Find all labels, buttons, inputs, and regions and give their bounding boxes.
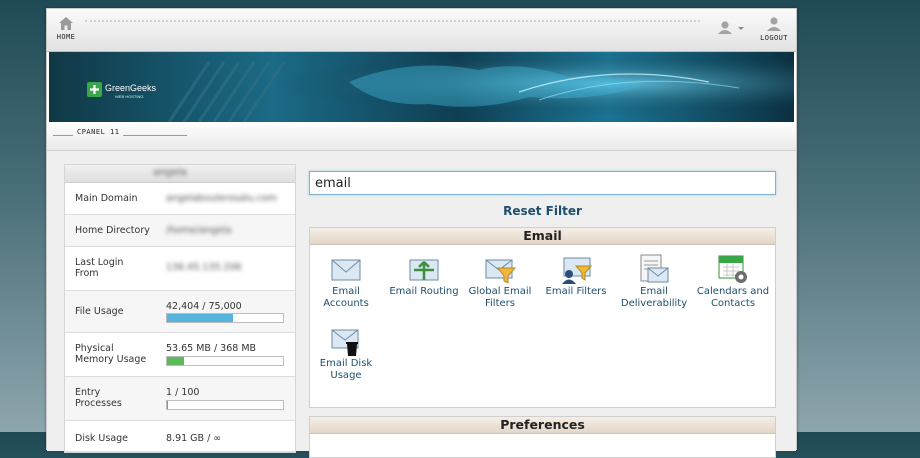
- top-bar: HOME LOGOUT: [47, 9, 796, 52]
- stat-row-physical-memory: Physical Memory Usage 53.65 MB / 368 MB: [65, 333, 295, 377]
- email-accounts-link[interactable]: Email Accounts: [310, 254, 382, 310]
- global-email-filters-link[interactable]: Global Email Filters: [464, 254, 536, 310]
- calendars-contacts-icon: [718, 255, 747, 283]
- memory-usage-bar: [166, 356, 284, 366]
- header-banner: GreenGeeks WEB HOSTING: [49, 52, 794, 122]
- cpanel-window: HOME LOGOUT GreenGeeks WEB HOSTING CPANE…: [46, 8, 797, 458]
- stat-label: Last Login From: [75, 257, 124, 279]
- home-label: HOME: [56, 33, 76, 41]
- email-disk-usage-icon: [331, 329, 359, 356]
- home-button[interactable]: HOME: [55, 17, 77, 41]
- stat-row-last-login: Last Login From 136.45.135.206: [65, 247, 295, 291]
- item-label: Email Routing: [389, 286, 459, 297]
- memory-usage-bar-fill: [167, 357, 184, 365]
- stat-row-entry-processes: Entry Processes 1 / 100: [65, 377, 295, 421]
- stat-value: 8.91 GB / ∞: [166, 433, 222, 444]
- brand-logo-text: GreenGeeks: [105, 83, 157, 93]
- logout-user-icon: [767, 17, 781, 31]
- banner-graphic: [49, 52, 794, 122]
- version-rule-right: [123, 135, 187, 136]
- item-label: Email Filters: [545, 286, 607, 297]
- home-icon: [59, 17, 73, 30]
- email-group-title[interactable]: Email: [310, 228, 775, 245]
- top-bar-divider: [85, 20, 700, 22]
- stat-row-disk-usage: Disk Usage 8.91 GB / ∞: [65, 421, 295, 452]
- stat-row-main-domain: Main Domain angelaboulerosalu.com: [65, 183, 295, 215]
- email-routing-link[interactable]: Email Routing: [386, 254, 462, 298]
- cpanel-version-bar: CPANEL 11: [47, 122, 796, 151]
- search-input[interactable]: [309, 171, 776, 195]
- brand-logo-subtext: WEB HOSTING: [115, 94, 144, 99]
- email-disk-usage-link[interactable]: Email Disk Usage: [310, 326, 382, 382]
- item-label: Global Email Filters: [468, 286, 532, 309]
- item-label: Email Deliverability: [620, 286, 688, 309]
- email-deliverability-link[interactable]: Email Deliverability: [617, 254, 691, 310]
- item-label: Email Disk Usage: [319, 358, 373, 381]
- stat-row-home-directory: Home Directory /home/angela: [65, 215, 295, 247]
- stat-value: 42,404 / 75,000: [166, 301, 242, 312]
- email-group: Email Email Accounts Email Routing Globa…: [309, 227, 776, 408]
- item-label: Calendars and Contacts: [696, 286, 770, 309]
- stat-label: Entry Processes: [75, 387, 122, 409]
- email-accounts-icon: [331, 259, 361, 281]
- cpanel-version-label: CPANEL 11: [77, 128, 120, 136]
- version-rule-left: [53, 135, 73, 136]
- preferences-group: Preferences: [309, 416, 776, 458]
- stat-row-file-usage: File Usage 42,404 / 75,000: [65, 291, 295, 333]
- stats-username-header: angela: [65, 165, 295, 183]
- reset-filter-link[interactable]: Reset Filter: [309, 204, 776, 218]
- stat-value: 1 / 100: [166, 387, 200, 398]
- email-filters-icon: [562, 257, 592, 284]
- chevron-down-icon: [738, 27, 744, 30]
- stat-label: Disk Usage: [75, 433, 129, 444]
- user-icon: [718, 21, 744, 34]
- stats-panel: angela Main Domain angelaboulerosalu.com…: [64, 164, 296, 453]
- username: angela: [153, 167, 187, 178]
- stat-value: 53.65 MB / 368 MB: [166, 343, 257, 354]
- email-deliverability-icon: [640, 254, 669, 283]
- global-email-filters-icon: [485, 259, 516, 284]
- email-routing-icon: [409, 259, 439, 281]
- item-label: Email Accounts: [323, 286, 369, 309]
- logout-button[interactable]: LOGOUT: [757, 17, 791, 42]
- stat-label: File Usage: [75, 306, 124, 317]
- main-content: angela Main Domain angelaboulerosalu.com…: [47, 151, 796, 458]
- stat-value: /home/angela: [166, 225, 232, 236]
- stat-label: Main Domain: [75, 193, 138, 204]
- preferences-group-title[interactable]: Preferences: [310, 417, 775, 434]
- user-menu[interactable]: [716, 21, 748, 37]
- logout-label: LOGOUT: [760, 34, 788, 42]
- file-usage-bar: [166, 313, 284, 323]
- entry-processes-bar: [166, 400, 284, 410]
- calendars-contacts-link[interactable]: Calendars and Contacts: [693, 254, 773, 310]
- stat-label: Home Directory: [75, 225, 150, 236]
- entry-processes-bar-fill: [167, 401, 169, 409]
- stat-label: Physical Memory Usage: [75, 343, 147, 365]
- stat-value: 136.45.135.206: [166, 262, 242, 273]
- stat-value: angelaboulerosalu.com: [166, 193, 277, 204]
- email-filters-link[interactable]: Email Filters: [541, 254, 611, 298]
- file-usage-bar-fill: [167, 314, 233, 322]
